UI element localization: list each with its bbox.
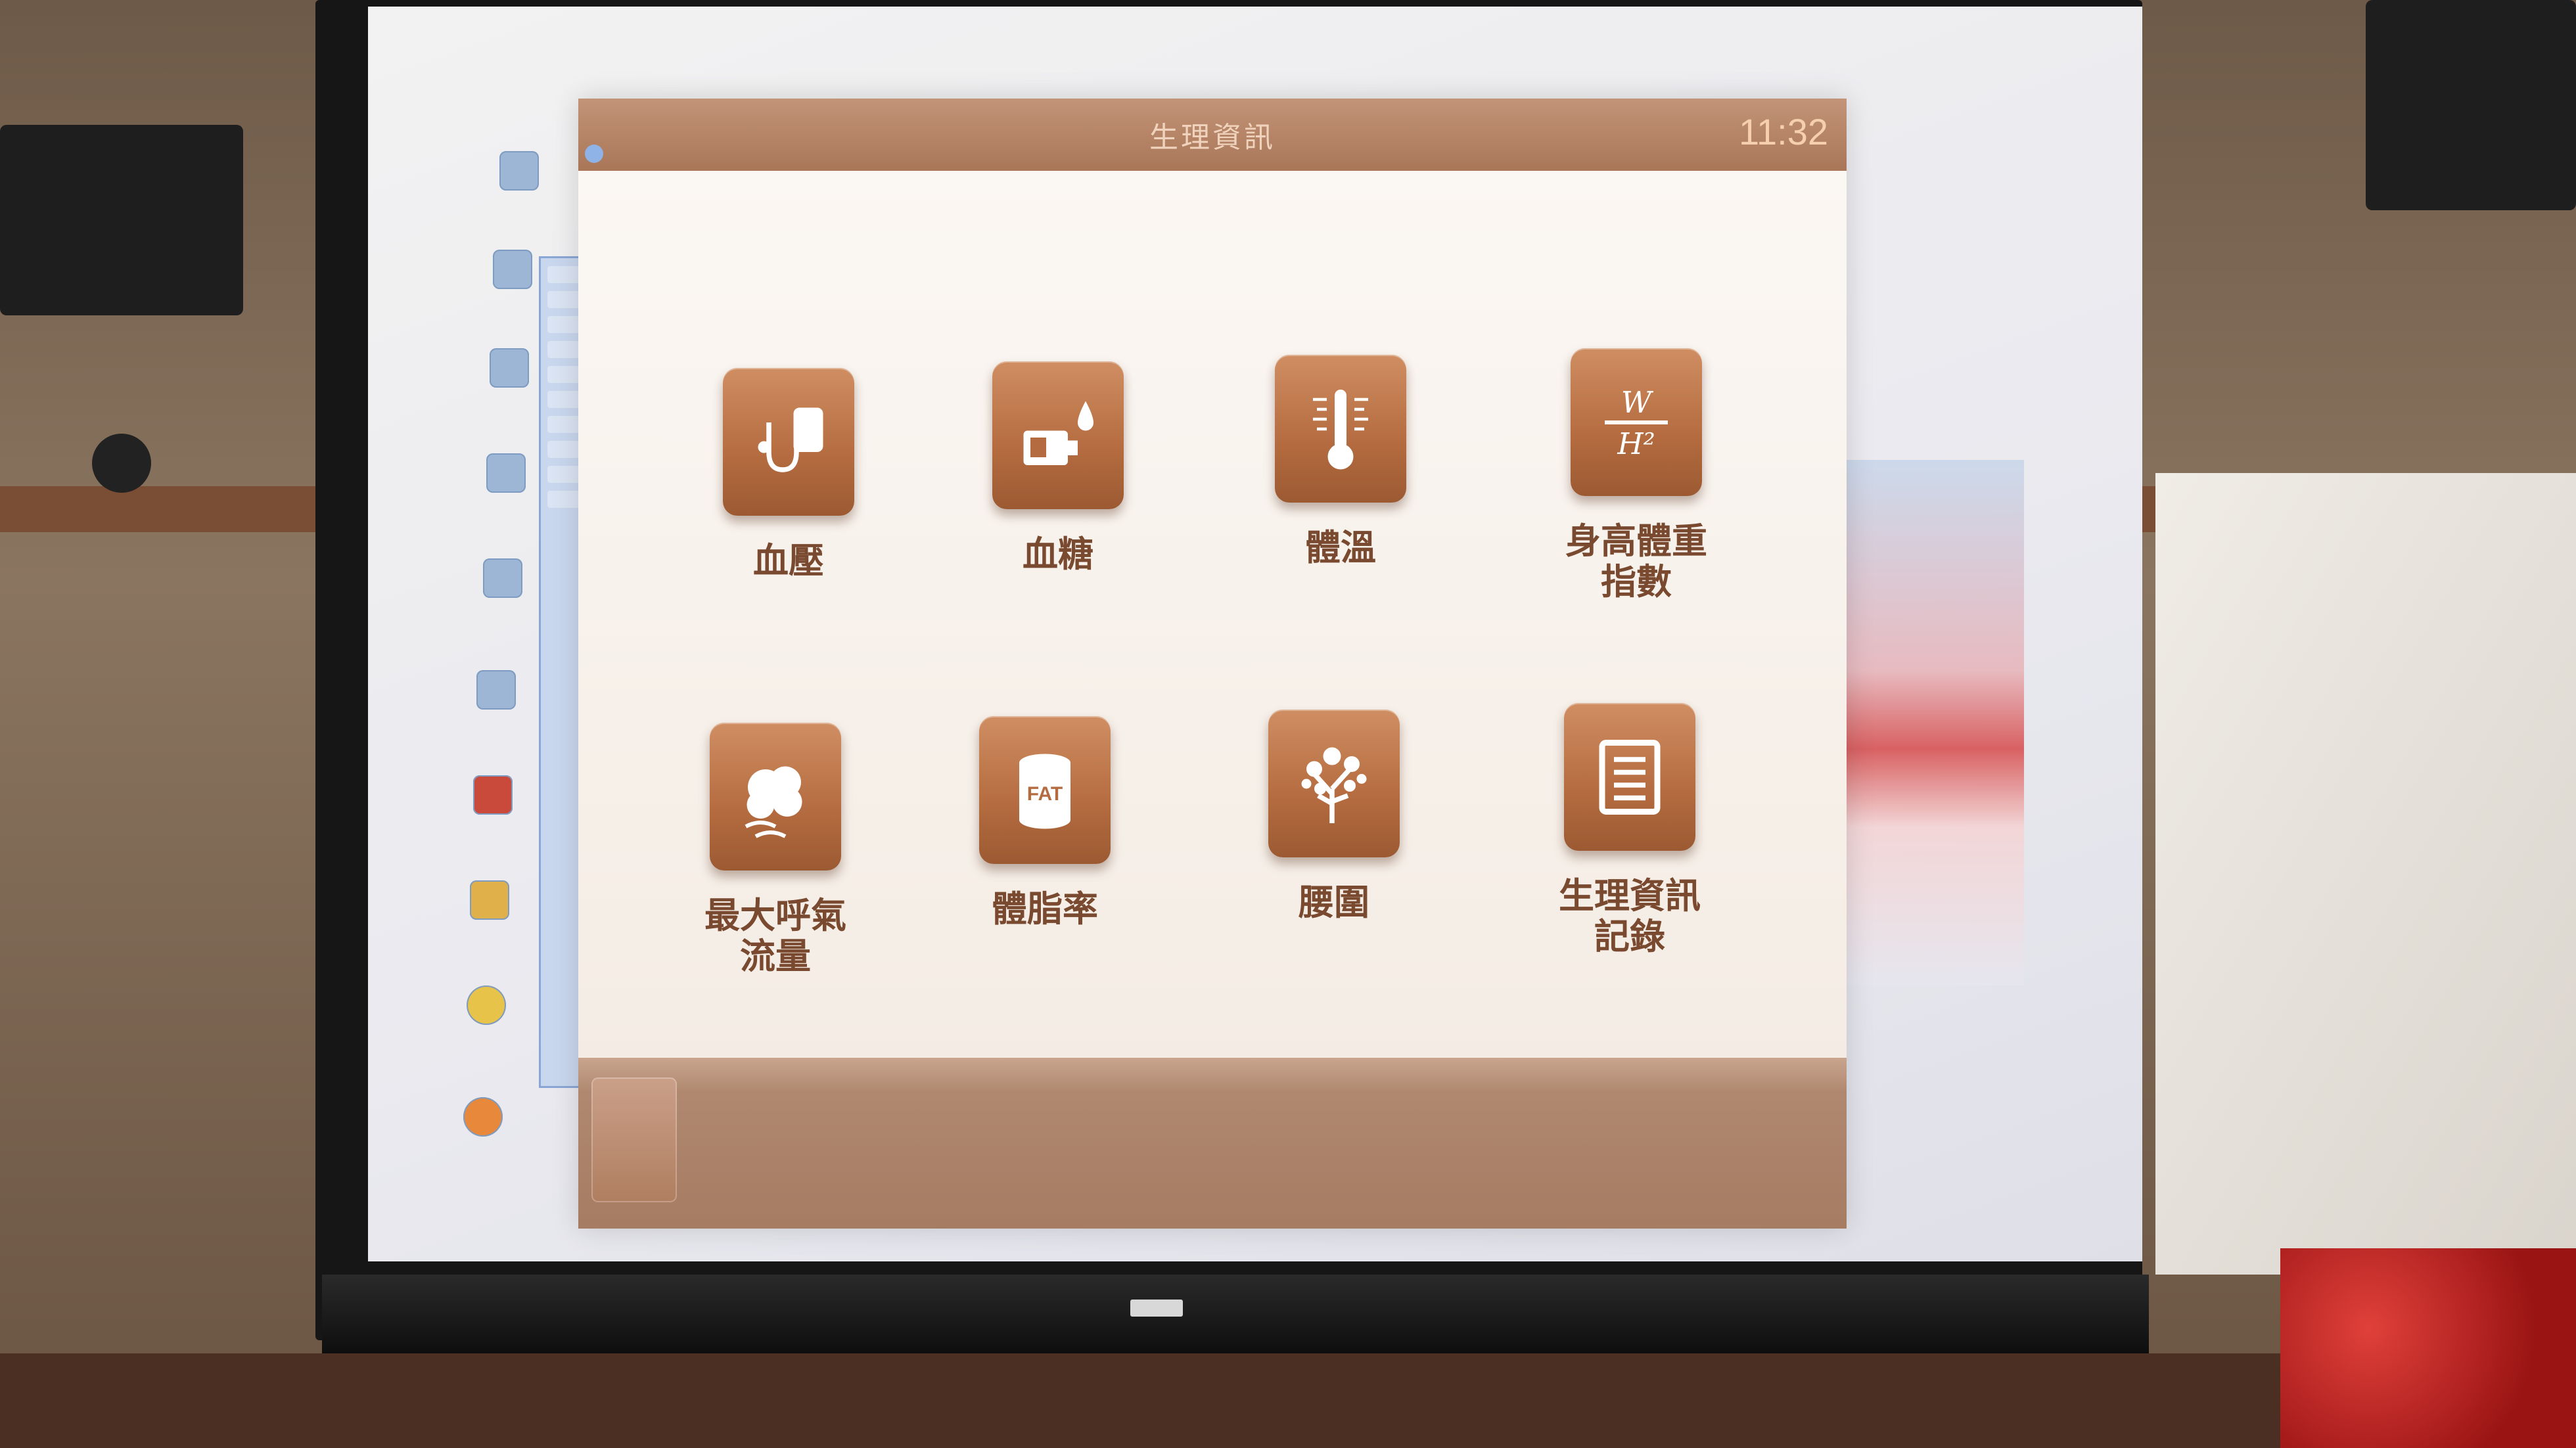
app-window: 生理資訊 11:32 血壓 血糖 體溫 W H² 身高體重 指數 最大呼氣 流量…: [578, 99, 1847, 1229]
tile-label: 血糖: [1023, 533, 1093, 575]
fat-cylinder-icon: FAT: [979, 716, 1111, 864]
fat-text: FAT: [1027, 783, 1063, 805]
tile-bmi[interactable]: W H² 身高體重 指數: [1511, 348, 1761, 602]
tile-waist[interactable]: 腰圍: [1209, 710, 1459, 923]
whiteboard: [2155, 473, 2576, 1275]
firefox-icon: [463, 1097, 503, 1137]
acrobat-icon: [473, 775, 513, 815]
bottom-bar: [578, 1058, 1847, 1229]
tile-grid: 血壓 血糖 體溫 W H² 身高體重 指數 最大呼氣 流量 FAT 體脂率 腰圍…: [578, 171, 1847, 1071]
tile-body-fat[interactable]: FAT 體脂率: [920, 716, 1170, 930]
tile-records[interactable]: 生理資訊 記錄: [1505, 703, 1755, 957]
network-icon: [490, 348, 529, 388]
home-button[interactable]: [591, 1077, 677, 1202]
tile-blood-pressure[interactable]: 血壓: [664, 368, 913, 581]
tile-label: 體脂率: [992, 888, 1098, 930]
bmi-formula-icon: W H²: [1571, 348, 1702, 496]
tile-peak-flow[interactable]: 最大呼氣 流量: [651, 723, 900, 977]
tile-label: 最大呼氣 流量: [704, 895, 846, 977]
window-title: 生理資訊: [1149, 121, 1276, 154]
desktop-icon-my-documents[interactable]: [490, 151, 549, 223]
red-cloth: [2280, 1248, 2576, 1448]
bmi-height-symbol: H²: [1617, 426, 1655, 461]
app-icon: [476, 670, 516, 710]
app-icon: [585, 145, 603, 163]
speaker-mount: [92, 434, 151, 493]
bmi-weight-symbol: W: [1621, 385, 1654, 420]
desktop-icon-my-computer[interactable]: [483, 250, 542, 322]
screen-bottom-bezel: [322, 1275, 2149, 1353]
internet-explorer-icon: [483, 558, 522, 598]
clock: 11:32: [1739, 111, 1828, 152]
tile-label: 血壓: [753, 540, 824, 581]
desktop-icon-chrome[interactable]: [457, 985, 516, 1058]
tile-blood-glucose[interactable]: 血糖: [933, 361, 1183, 575]
desktop-icon-app[interactable]: [467, 670, 526, 742]
blood-pressure-cuff-icon: [723, 368, 854, 516]
desktop-icon-network[interactable]: [480, 348, 539, 420]
tile-label: 體溫: [1305, 527, 1376, 568]
desktop-icon-firefox[interactable]: [453, 1097, 513, 1169]
right-speaker: [2366, 0, 2576, 210]
desktop-icon-acrobat[interactable]: [463, 775, 522, 848]
tile-body-temperature[interactable]: 體溫: [1216, 355, 1465, 568]
brand-plate: [1130, 1300, 1183, 1317]
desktop-icon-ie[interactable]: [473, 558, 532, 631]
tile-label: 生理資訊 記錄: [1559, 875, 1701, 957]
chrome-icon: [467, 985, 506, 1025]
desktop-icon-tool[interactable]: [460, 880, 519, 953]
recycle-bin-icon: [486, 453, 526, 493]
tree-icon: [1268, 710, 1400, 857]
folder-icon: [499, 151, 539, 191]
tool-icon: [470, 880, 509, 920]
left-speaker: [0, 125, 243, 493]
title-bar: 生理資訊 11:32: [578, 99, 1847, 171]
breath-cloud-icon: [710, 723, 841, 871]
desktop-wallpaper: [1827, 460, 2024, 985]
floor: [0, 1353, 2576, 1448]
computer-icon: [493, 250, 532, 289]
document-icon: [1564, 703, 1695, 851]
tile-label: 腰圍: [1299, 882, 1369, 923]
glucose-meter-icon: [992, 361, 1124, 509]
tile-label: 身高體重 指數: [1565, 520, 1707, 602]
desktop-icon-recycle-bin[interactable]: [476, 453, 536, 526]
thermometer-icon: [1275, 355, 1406, 503]
